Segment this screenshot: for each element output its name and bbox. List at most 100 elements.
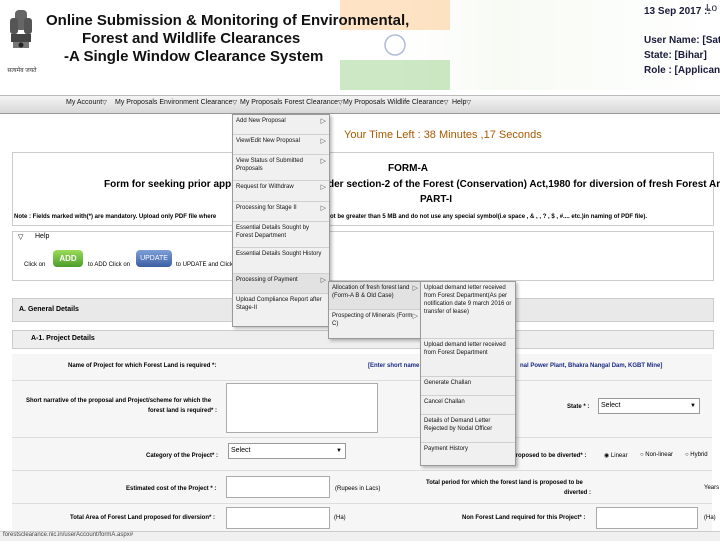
dropdown-arrow-icon: ▼ bbox=[690, 403, 696, 409]
form-note-left: Note : Fields marked with(*) are mandato… bbox=[14, 214, 217, 220]
menu-item-processing-payment[interactable]: Processing of Payment ▷ bbox=[233, 274, 329, 294]
main-nav: My Account▽ My Proposals Environment Cle… bbox=[0, 95, 720, 114]
status-url: forestsclearance.nic.in/userAccount/form… bbox=[3, 532, 134, 538]
menu-item-request-withdraw[interactable]: Request for Withdraw ▷ bbox=[233, 181, 329, 202]
nav-help[interactable]: Help▽ bbox=[452, 99, 471, 106]
submenu-arrow-icon: ▷ bbox=[320, 184, 326, 191]
submenu-arrow-icon: ▷ bbox=[412, 285, 418, 292]
period-unit: Years bbox=[704, 485, 720, 491]
category-select[interactable]: Select ▼ bbox=[228, 443, 346, 459]
menu-item-label: Upload demand letter received from Fores… bbox=[424, 342, 506, 356]
menu-item-view-status[interactable]: View Status of Submitted Proposals ▷ bbox=[233, 155, 329, 181]
menu-item-label: Prospecting of Minerals (Form C) bbox=[332, 313, 413, 327]
radio-hybrid[interactable]: ○ Hybrid bbox=[685, 452, 708, 458]
help-click-on-text: Click on bbox=[24, 262, 46, 268]
menu-item-upload-compliance[interactable]: Upload Compliance Report after Stage-II bbox=[233, 294, 329, 324]
radio-linear[interactable]: ◉ Linear bbox=[604, 452, 628, 459]
form-row-narrative: Short narrative of the proposal and Proj… bbox=[12, 381, 712, 438]
project-name-hint-left: [Enter short name bbox=[368, 363, 420, 369]
nonforest-label: Non Forest Land required for this Projec… bbox=[462, 515, 586, 521]
help-to-update-text: to UPDATE and Click bbox=[176, 262, 233, 268]
nav-wildlife-clearance[interactable]: My Proposals Wildlife Clearance▽ bbox=[343, 99, 448, 106]
menu-item-label: Upload demand letter received from Fores… bbox=[424, 285, 512, 315]
cost-unit: (Rupees in Lacs) bbox=[335, 486, 381, 492]
menu-item-label: Processing of Payment bbox=[236, 277, 298, 283]
menu-item-cancel-challan[interactable]: Cancel Challan bbox=[421, 396, 515, 415]
cost-label: Estimated cost of the Project * : bbox=[126, 486, 217, 492]
date-display: 13 Sep 2017 :: bbox=[644, 6, 711, 17]
form-row-project-name: Name of Project for which Forest Land is… bbox=[12, 354, 712, 381]
menu-item-essential-history[interactable]: Essential Details Sought History bbox=[233, 248, 329, 274]
chevron-down-icon: ▽ bbox=[338, 100, 343, 106]
section-title: A-1. Project Details bbox=[31, 335, 95, 342]
menu-item-upload-demand-letter-notified[interactable]: Upload demand letter received from Fores… bbox=[421, 282, 515, 339]
menu-item-label: Processing for Stage II bbox=[236, 205, 297, 211]
chevron-down-icon: ▽ bbox=[466, 100, 472, 106]
form-heading: FORM-A bbox=[388, 163, 428, 174]
menu-item-label: Add New Proposal bbox=[236, 118, 286, 124]
help-toggle-icon[interactable]: ▽ bbox=[18, 233, 23, 241]
menu-item-label: Request for Withdraw bbox=[236, 184, 294, 190]
narrative-label-2: forest land is required* : bbox=[148, 408, 218, 414]
project-name-hint-right: nal Power Plant, Bhakra Nangal Dam, KGBT… bbox=[520, 363, 663, 369]
nav-environment-clearance[interactable]: My Proposals Environment Clearance▽ bbox=[115, 99, 237, 106]
submenu-arrow-icon: ▷ bbox=[320, 158, 326, 165]
help-to-add-text: to ADD Click on bbox=[88, 262, 131, 268]
state-label: State * : bbox=[567, 404, 590, 410]
update-button: UPDATE bbox=[136, 250, 172, 267]
allocation-submenu: Upload demand letter received from Fores… bbox=[420, 281, 516, 466]
menu-item-add-new-proposal[interactable]: Add New Proposal ▷ bbox=[233, 115, 329, 135]
submenu-arrow-icon: ▷ bbox=[320, 205, 326, 212]
logout-link[interactable]: Lo bbox=[706, 1, 717, 16]
submenu-arrow-icon: ▷ bbox=[320, 277, 326, 284]
portal-title-line3: -A Single Window Clearance System bbox=[64, 48, 324, 65]
nonforest-unit: (Ha) bbox=[704, 515, 716, 521]
area-unit: (Ha) bbox=[334, 515, 346, 521]
menu-item-label: Essential Details Sought History bbox=[236, 251, 322, 257]
menu-item-allocation-fresh-land[interactable]: Allocation of fresh forest land (Form-A … bbox=[329, 282, 421, 310]
form-note-right: ot be greater than 5 MB and do not use a… bbox=[330, 214, 648, 220]
submenu-arrow-icon: ▷ bbox=[412, 313, 418, 320]
cost-input[interactable] bbox=[226, 476, 330, 498]
help-label[interactable]: Help bbox=[35, 233, 49, 240]
radio-non-linear[interactable]: ○ Non-linear bbox=[640, 452, 673, 458]
narrative-textarea[interactable] bbox=[226, 383, 378, 433]
session-countdown: Your Time Left : 38 Minutes ,17 Seconds bbox=[344, 129, 542, 141]
category-select-value: Select bbox=[231, 447, 251, 454]
narrative-label-1: Short narrative of the proposal and Proj… bbox=[26, 398, 212, 404]
radio-hybrid-label: Hybrid bbox=[690, 452, 708, 458]
area-input[interactable] bbox=[226, 507, 330, 529]
menu-item-label: View Status of Submitted Proposals bbox=[236, 158, 303, 172]
nav-my-account[interactable]: My Account▽ bbox=[66, 99, 107, 106]
menu-item-label: Cancel Challan bbox=[424, 399, 465, 405]
nav-label: My Proposals Forest Clearance bbox=[240, 99, 339, 106]
menu-item-stage-ii[interactable]: Processing for Stage II ▷ bbox=[233, 202, 329, 222]
state-select[interactable]: Select ▼ bbox=[598, 398, 700, 414]
nav-label: My Proposals Environment Clearance bbox=[115, 99, 233, 106]
menu-item-rejected-demand-letter[interactable]: Details of Demand Letter Rejected by Nod… bbox=[421, 415, 515, 443]
forest-clearance-menu: Add New Proposal ▷ View/Edit New Proposal… bbox=[232, 114, 330, 327]
submenu-arrow-icon: ▷ bbox=[320, 138, 326, 145]
national-emblem-icon bbox=[10, 10, 32, 48]
menu-item-label: Payment History bbox=[424, 446, 469, 452]
menu-item-label: Allocation of fresh forest land (Form-A … bbox=[332, 285, 410, 299]
period-label-1: Total period for which the forest land i… bbox=[426, 480, 583, 486]
dropdown-arrow-icon: ▼ bbox=[336, 448, 342, 454]
nav-forest-clearance[interactable]: My Proposals Forest Clearance▽ bbox=[240, 99, 343, 106]
chevron-down-icon: ▽ bbox=[443, 100, 449, 106]
nonforest-input[interactable] bbox=[596, 507, 698, 529]
menu-item-label: Upload Compliance Report after Stage-II bbox=[236, 297, 322, 311]
nav-label: My Account bbox=[66, 99, 103, 106]
menu-item-label: View/Edit New Proposal bbox=[236, 138, 300, 144]
menu-item-view-edit-proposal[interactable]: View/Edit New Proposal ▷ bbox=[233, 135, 329, 155]
menu-item-generate-challan[interactable]: Generate Challan bbox=[421, 377, 515, 396]
form-title-left: Form for seeking prior approv bbox=[104, 179, 247, 190]
user-info: 13 Sep 2017 :: Lo User Name: [Satrudi St… bbox=[644, 1, 720, 78]
menu-item-prospecting-minerals[interactable]: Prospecting of Minerals (Form C) ▷ bbox=[329, 310, 421, 337]
add-button: ADD bbox=[53, 250, 83, 267]
section-title: A. General Details bbox=[19, 306, 79, 313]
menu-item-essential-details[interactable]: Essential Details Sought by Forest Depar… bbox=[233, 222, 329, 248]
menu-item-upload-demand-letter[interactable]: Upload demand letter received from Fores… bbox=[421, 339, 515, 377]
form-row-area: Total Area of Forest Land proposed for d… bbox=[12, 504, 716, 532]
menu-item-payment-history[interactable]: Payment History bbox=[421, 443, 515, 463]
